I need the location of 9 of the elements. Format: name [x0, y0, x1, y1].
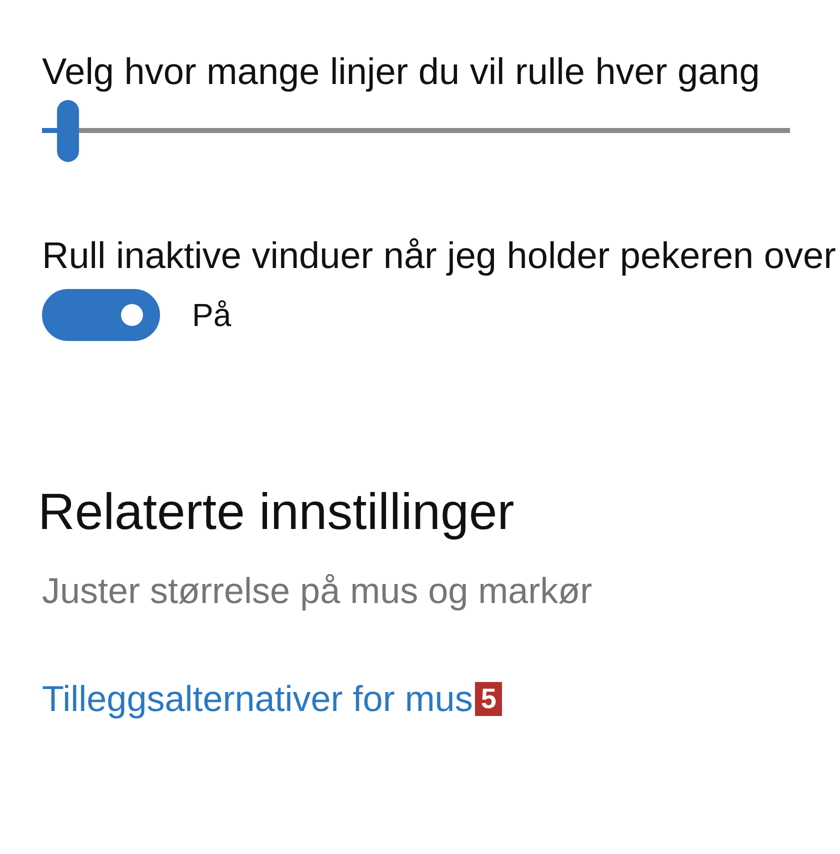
- section-heading: Relaterte innstillinger: [38, 482, 516, 542]
- callout-marker: 5: [474, 682, 502, 716]
- slider-thumb[interactable]: [57, 100, 80, 162]
- toggle-state-text: På: [192, 296, 232, 335]
- settings-link[interactable]: Tilleggsalternativer for mus: [42, 672, 473, 726]
- settings-link[interactable]: Juster størrelse på mus og markør: [42, 564, 592, 618]
- setting-label: Rull inaktive vinduer når jeg holder pekeren over: [42, 234, 837, 278]
- setting-label: Velg hvor mange linjer du vil rulle hver gang: [42, 50, 761, 94]
- slider[interactable]: [42, 100, 790, 162]
